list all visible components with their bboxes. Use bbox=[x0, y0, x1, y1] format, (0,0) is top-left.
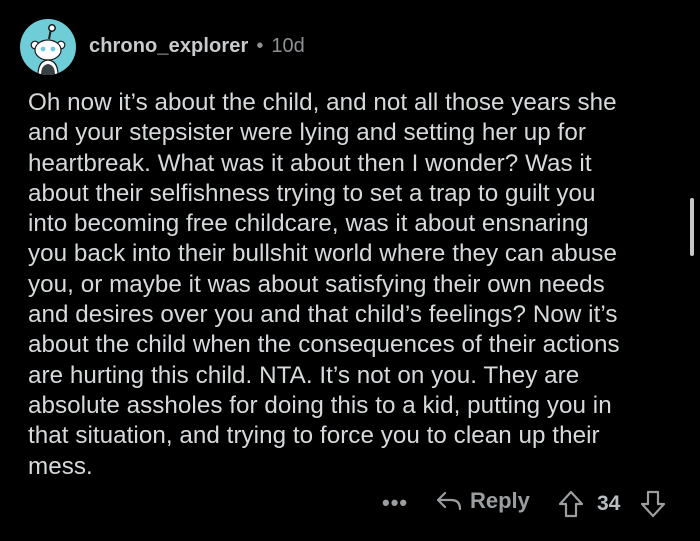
comment-body-line: that situation, and trying to force you … bbox=[28, 422, 600, 450]
comment-body-line: and desires over you and that child’s fe… bbox=[28, 301, 618, 329]
comment-actions: ••• Reply 34 bbox=[0, 486, 700, 522]
username-link[interactable]: chrono_explorer bbox=[89, 35, 248, 58]
comment-body-line: you, or maybe it was about satisfying th… bbox=[28, 270, 605, 298]
comment-body-line: you back into their bullshit world where… bbox=[28, 240, 617, 268]
comment-header: chrono_explorer • 10d bbox=[20, 19, 305, 75]
meta-separator: • bbox=[256, 34, 264, 57]
upvote-arrow-icon[interactable] bbox=[558, 490, 584, 518]
comment-body-line: mess. bbox=[28, 452, 93, 480]
comment-body: Oh now it’s about the child, and not all… bbox=[28, 88, 678, 482]
comment-body-line: about the child when the consequences of… bbox=[28, 331, 620, 359]
comment-body-line: and your stepsister were lying and setti… bbox=[28, 119, 586, 147]
comment-age: 10d bbox=[271, 34, 305, 57]
reply-button[interactable]: Reply bbox=[436, 488, 530, 514]
snoo-avatar-icon bbox=[30, 24, 66, 75]
vote-score: 34 bbox=[597, 492, 621, 515]
reply-label: Reply bbox=[470, 488, 530, 513]
downvote-arrow-icon[interactable] bbox=[640, 490, 666, 518]
more-options-button[interactable]: ••• bbox=[382, 490, 408, 516]
reply-arrow-icon bbox=[436, 491, 462, 511]
comment-body-line: into becoming free childcare, was it abo… bbox=[28, 210, 589, 238]
comment-body-line: heartbreak. What was it about then I won… bbox=[28, 149, 592, 177]
comment-body-line: Oh now it’s about the child, and not all… bbox=[28, 89, 617, 116]
user-avatar[interactable] bbox=[20, 19, 76, 75]
comment-body-line: absolute assholes for doing this to a ki… bbox=[28, 391, 612, 419]
comment-body-line: are hurting this child. NTA. It’s not on… bbox=[28, 361, 580, 389]
comment-meta: chrono_explorer • 10d bbox=[89, 35, 305, 58]
comment: chrono_explorer • 10d Oh now it’s about … bbox=[0, 0, 700, 541]
scrollbar[interactable] bbox=[690, 198, 694, 256]
comment-body-line: about their selfishness trying to set a … bbox=[28, 179, 596, 207]
